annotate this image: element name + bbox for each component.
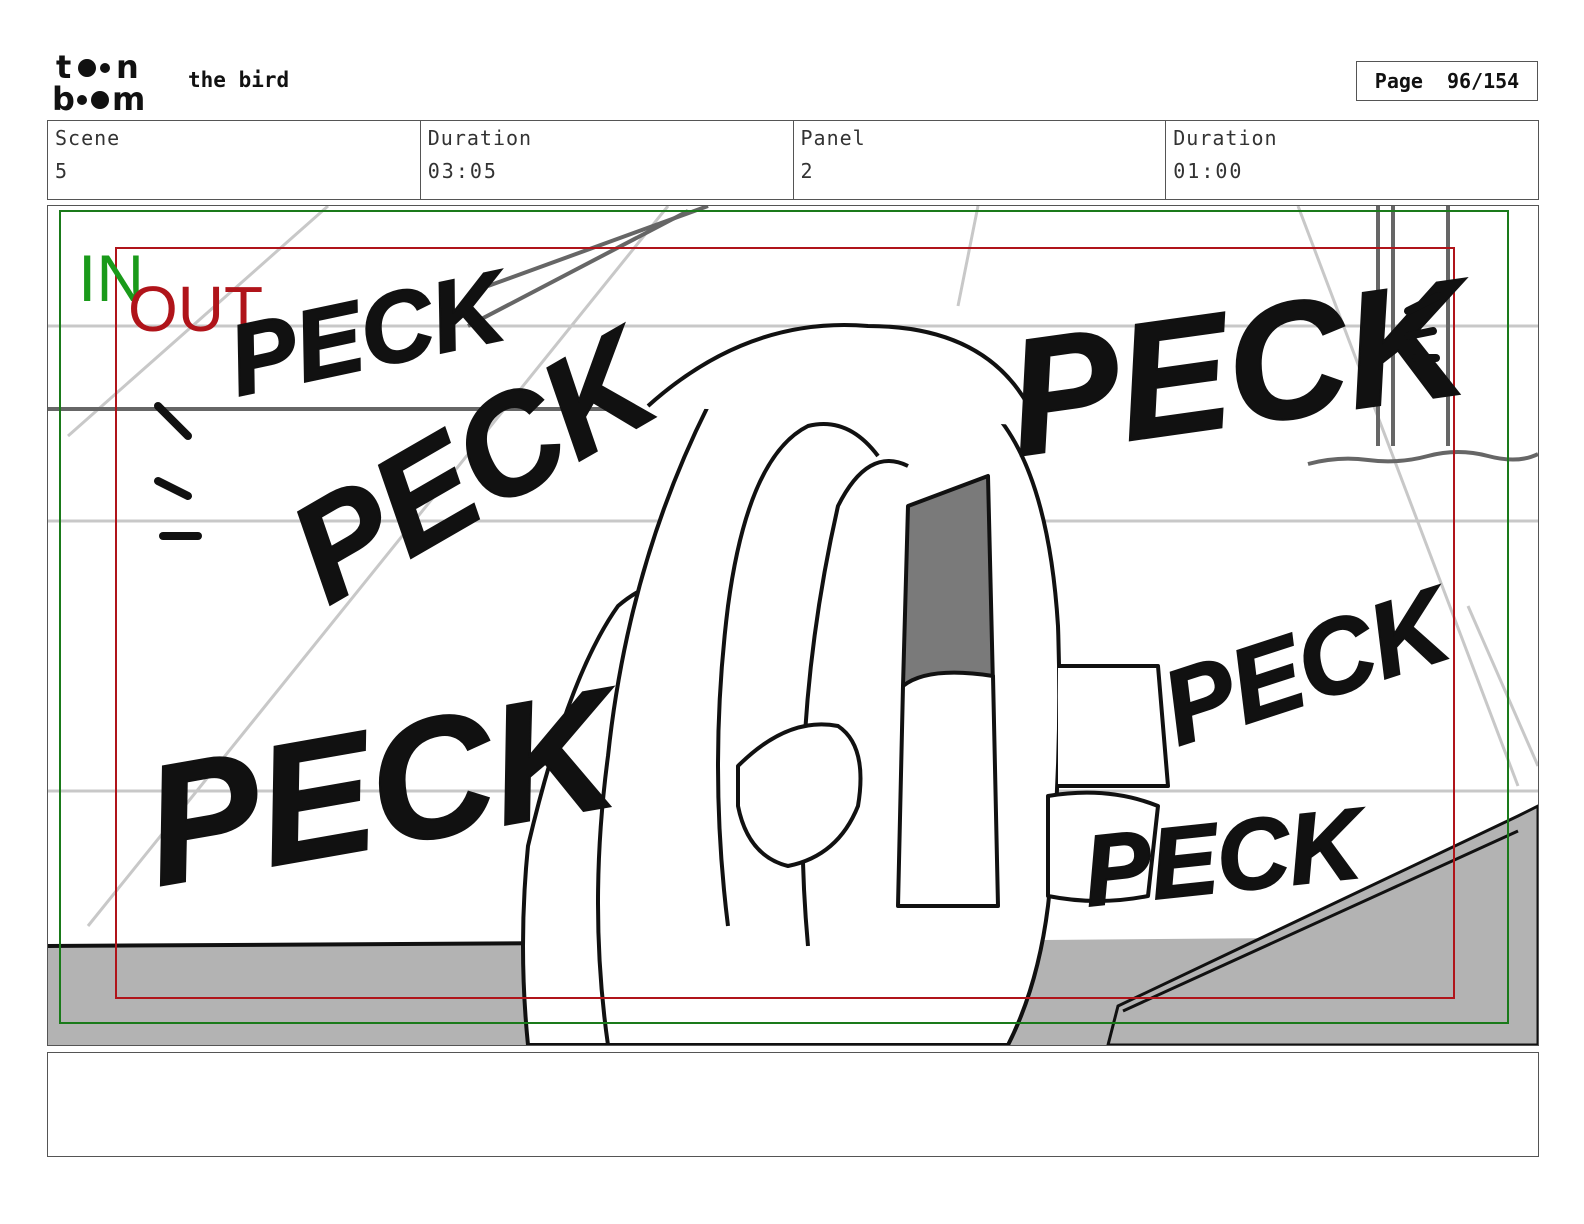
page-indicator: Page 96/154 <box>1356 61 1538 101</box>
scene-duration-value: 03:05 <box>427 159 498 183</box>
project-title: the bird <box>188 68 290 92</box>
sfx-peck-5: PECK <box>1149 564 1469 768</box>
toon-boom-logo: t n b m <box>52 48 145 114</box>
panel-duration-cell: Duration 01:00 <box>1166 121 1538 199</box>
page-label: Page <box>1374 69 1423 93</box>
svg-text:b: b <box>52 80 75 114</box>
panel-label: Panel <box>800 126 866 150</box>
panel-cell: Panel 2 <box>794 121 1167 199</box>
page-number: 96/154 <box>1446 69 1520 93</box>
scene-duration-label: Duration <box>427 126 533 150</box>
panel-info-table: Scene 5 Duration 03:05 Panel 2 Duration … <box>47 120 1539 200</box>
scene-label: Scene <box>55 126 121 150</box>
panel-duration-value: 01:00 <box>1173 159 1244 183</box>
svg-text:m: m <box>112 80 145 114</box>
scene-duration-cell: Duration 03:05 <box>421 121 794 199</box>
scene-cell: Scene 5 <box>48 121 421 199</box>
panel-duration-label: Duration <box>1173 126 1278 150</box>
sfx-peck-4: PECK <box>997 243 1487 491</box>
scene-value: 5 <box>55 159 70 183</box>
caption-box <box>47 1052 1539 1157</box>
panel-value: 2 <box>800 159 815 183</box>
storyboard-panel: IN OUT PECK PECK PECK PECK PECK PECK <box>47 205 1539 1046</box>
panel-drawing: IN OUT PECK PECK PECK PECK PECK PECK <box>48 206 1538 1045</box>
